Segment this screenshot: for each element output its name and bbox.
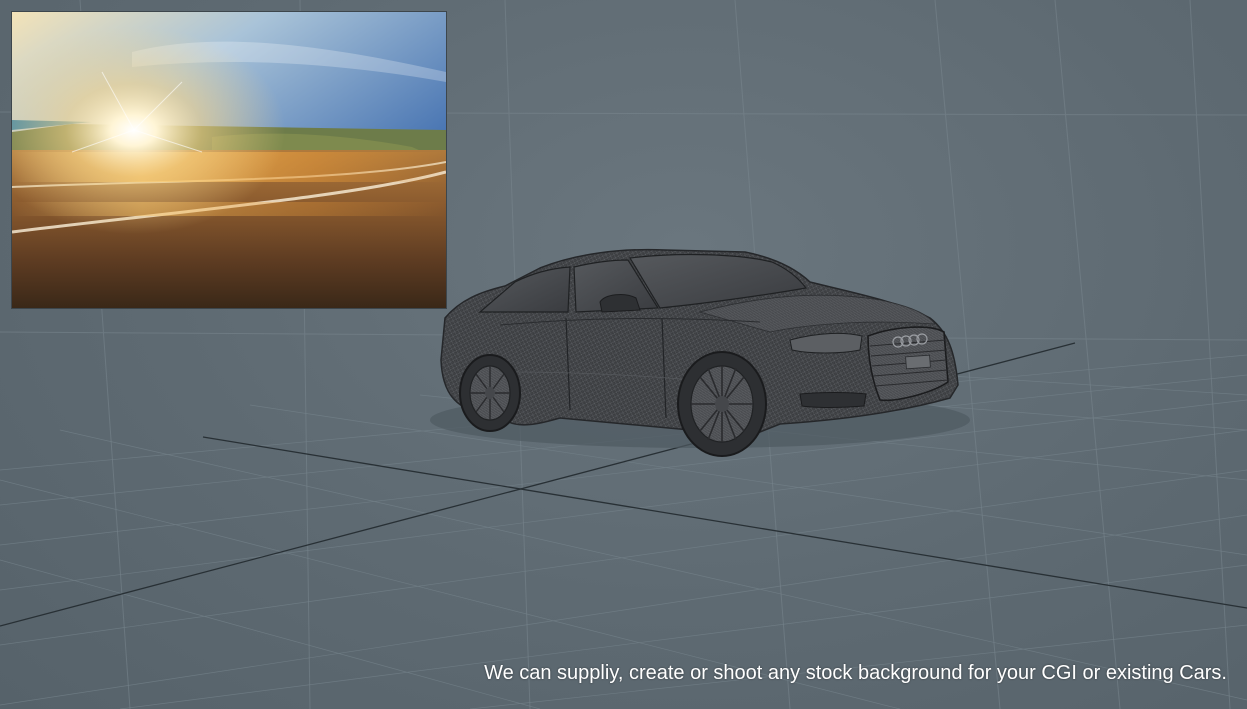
rear-wheel — [459, 354, 521, 432]
caption-text: We can suppliy, create or shoot any stoc… — [484, 662, 1227, 684]
sunset-road-photo-icon — [12, 12, 446, 308]
car-mirror — [599, 294, 641, 313]
3d-viewport[interactable]: We can suppliy, create or shoot any stoc… — [0, 0, 1247, 709]
background-preview-image[interactable] — [12, 12, 446, 308]
car-plate — [905, 354, 931, 370]
front-wheel — [677, 351, 767, 457]
